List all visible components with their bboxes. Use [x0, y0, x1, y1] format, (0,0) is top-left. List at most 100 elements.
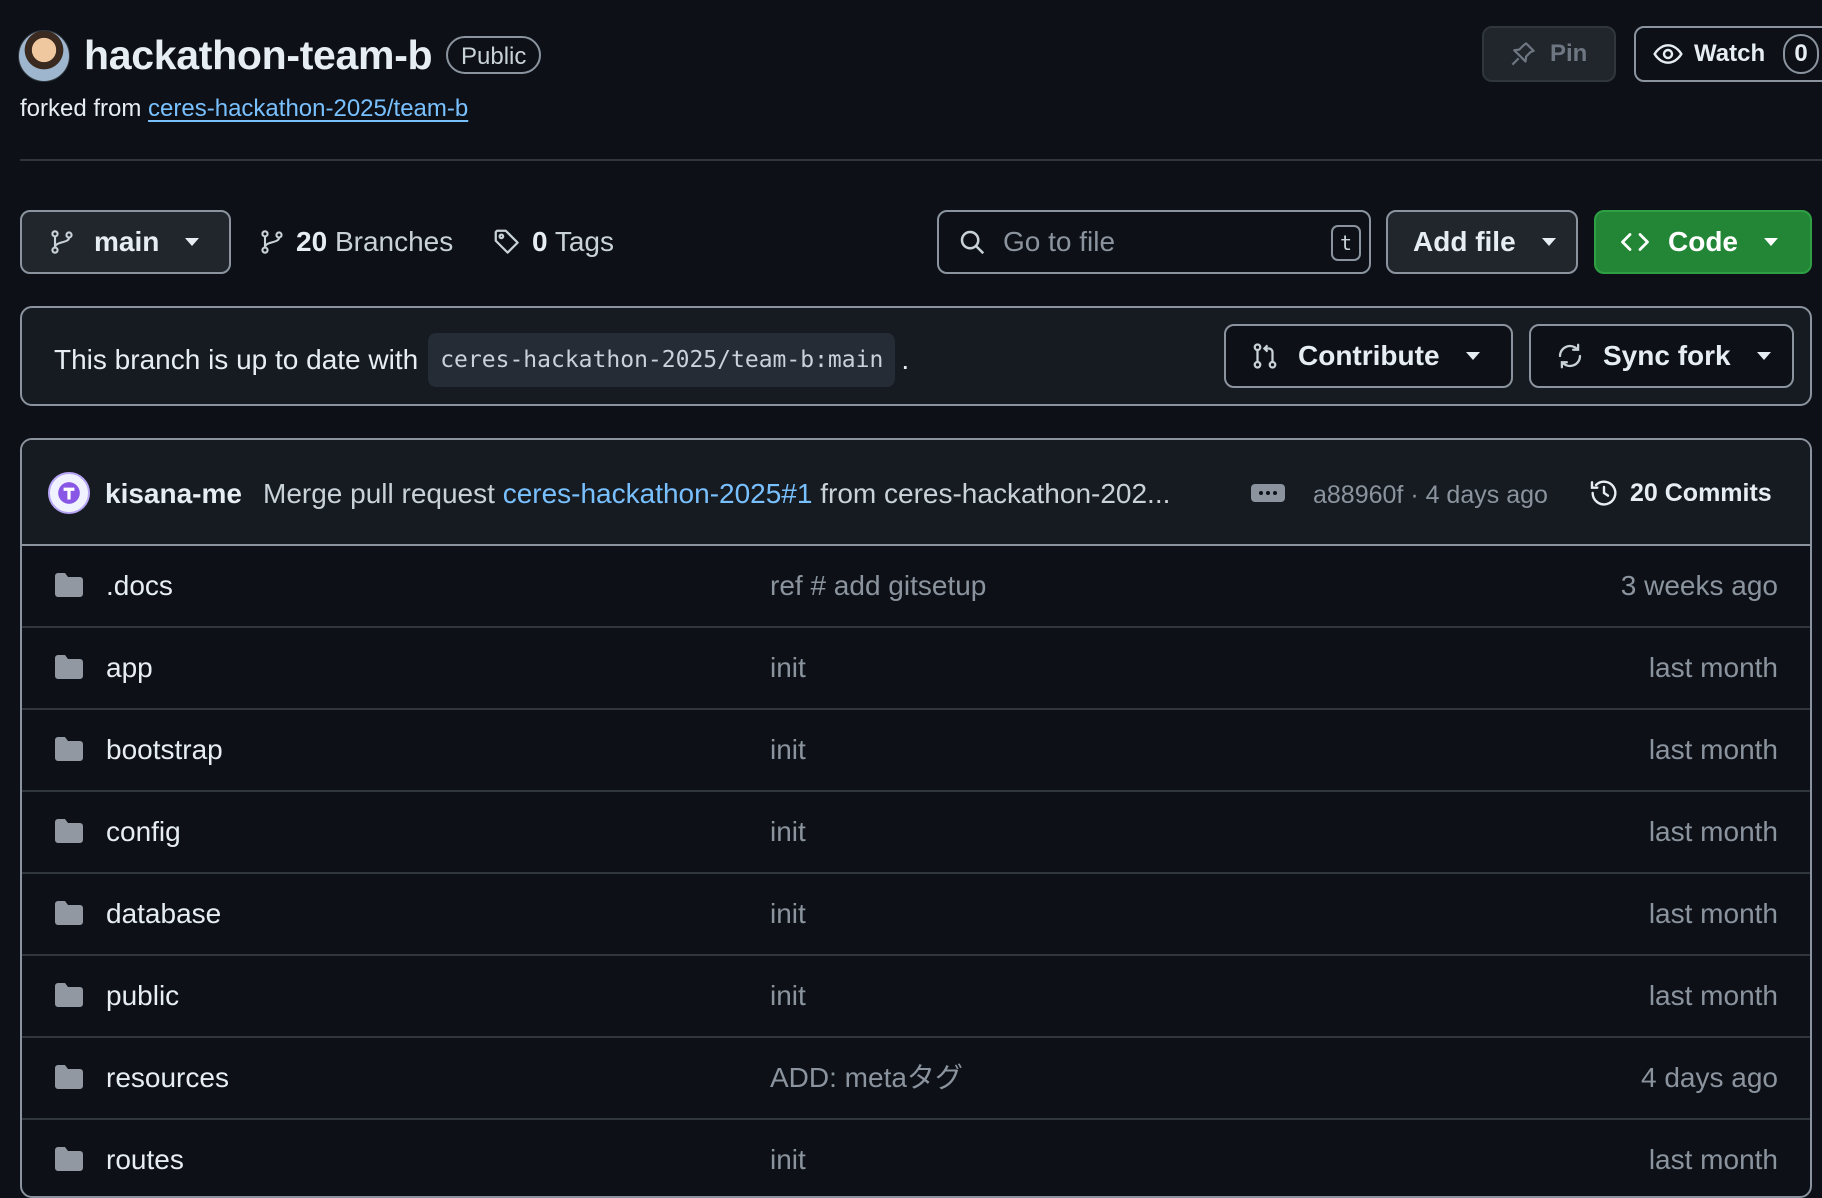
file-row[interactable]: bootstrap init last month — [22, 710, 1810, 792]
file-commit-date: last month — [1648, 1144, 1778, 1175]
watch-button[interactable]: Watch 0 — [1634, 26, 1822, 82]
file-name-link[interactable]: config — [106, 812, 181, 852]
expand-commit-message-button[interactable] — [1251, 484, 1285, 502]
forked-from-link[interactable]: ceres-hackathon-2025/team-b — [148, 95, 468, 122]
commit-sha-time[interactable]: a88960f · 4 days ago — [1313, 476, 1548, 514]
file-commit-message[interactable]: ref # add gitsetup — [770, 566, 986, 606]
commit-message-prefix[interactable]: Merge pull request — [263, 478, 495, 509]
file-commit-date: last month — [1648, 980, 1778, 1011]
code-label: Code — [1668, 226, 1738, 257]
tags-link[interactable]: 0 Tags — [492, 220, 614, 264]
file-commit-date: last month — [1648, 652, 1778, 683]
file-name-link[interactable]: routes — [106, 1140, 184, 1180]
file-commit-date: 3 weeks ago — [1620, 570, 1778, 601]
file-row[interactable]: .docs ref # add gitsetup 3 weeks ago — [22, 546, 1810, 628]
file-commit-message[interactable]: init — [770, 894, 806, 934]
branch-name: main — [94, 226, 160, 257]
branch-selector[interactable]: main — [20, 210, 231, 274]
file-commit-date: 4 days ago — [1641, 1062, 1778, 1093]
visibility-badge: Public — [446, 36, 542, 74]
watch-count: 0 — [1783, 34, 1820, 74]
file-name-link[interactable]: public — [106, 976, 179, 1016]
file-commit-message[interactable]: init — [770, 648, 806, 688]
commit-message: Merge pull request ceres-hackathon-2025#… — [263, 474, 1170, 514]
file-row[interactable]: database init last month — [22, 874, 1810, 956]
git-branch-icon — [258, 228, 286, 256]
chevron-down-icon — [1541, 238, 1556, 246]
folder-icon — [54, 1146, 84, 1172]
forked-from: forked from ceres-hackathon-2025/team-b — [20, 92, 468, 126]
search-placeholder: Go to file — [1003, 226, 1116, 257]
fork-status-text: This branch is up to date with — [54, 344, 419, 375]
fork-status-suffix: . — [901, 344, 910, 375]
git-branch-icon — [48, 228, 76, 256]
branches-link[interactable]: 20 Branches — [258, 220, 453, 264]
commits-link[interactable]: 20 Commits — [1588, 472, 1772, 514]
commit-author-avatar[interactable] — [48, 472, 90, 514]
file-commit-message[interactable]: init — [770, 730, 806, 770]
code-icon — [1620, 227, 1650, 257]
folder-icon — [54, 900, 84, 926]
file-name-link[interactable]: .docs — [106, 566, 173, 606]
file-commit-message[interactable]: init — [770, 812, 806, 852]
fork-status-message: This branch is up to date with ceres-hac… — [54, 333, 909, 387]
commits-label: 20 Commits — [1630, 479, 1772, 507]
commit-message-suffix[interactable]: from ceres-hackathon-202... — [820, 478, 1170, 509]
file-name-link[interactable]: resources — [106, 1058, 229, 1098]
folder-icon — [54, 736, 84, 762]
commit-author[interactable]: kisana-me — [105, 474, 242, 514]
folder-icon — [54, 982, 84, 1008]
repo-name[interactable]: hackathon-team-b — [84, 28, 433, 82]
file-commit-message[interactable]: init — [770, 976, 806, 1016]
file-commit-date: last month — [1648, 816, 1778, 847]
contribute-label: Contribute — [1298, 340, 1440, 371]
upstream-ref: ceres-hackathon-2025/team-b:main — [428, 333, 896, 387]
tags-count: 0 — [532, 226, 548, 257]
file-table: kisana-me Merge pull request ceres-hacka… — [20, 438, 1812, 1198]
search-icon — [957, 227, 987, 257]
owner-avatar[interactable] — [18, 30, 70, 82]
pull-request-link[interactable]: ceres-hackathon-2025#1 — [503, 478, 813, 509]
chevron-down-icon — [1756, 352, 1771, 360]
sync-fork-button[interactable]: Sync fork — [1529, 324, 1794, 388]
file-row[interactable]: routes init last month — [22, 1120, 1810, 1196]
pin-button[interactable]: Pin — [1482, 26, 1616, 82]
folder-icon — [54, 818, 84, 844]
eye-icon — [1652, 38, 1684, 70]
pin-icon — [1508, 39, 1538, 69]
latest-commit-bar: kisana-me Merge pull request ceres-hacka… — [22, 440, 1810, 546]
file-name-link[interactable]: app — [106, 648, 153, 688]
chevron-down-icon — [1465, 352, 1480, 360]
file-row[interactable]: app init last month — [22, 628, 1810, 710]
folder-icon — [54, 654, 84, 680]
file-commit-date: last month — [1648, 734, 1778, 765]
history-icon — [1588, 477, 1620, 509]
branches-label: Branches — [334, 226, 454, 257]
file-commit-message[interactable]: init — [770, 1140, 806, 1180]
add-file-button[interactable]: Add file — [1386, 210, 1578, 274]
tags-label: Tags — [554, 226, 615, 257]
tag-icon — [492, 227, 522, 257]
sync-icon — [1555, 341, 1585, 371]
file-row[interactable]: config init last month — [22, 792, 1810, 874]
go-to-file-input[interactable]: Go to file t — [937, 210, 1371, 274]
watch-label: Watch — [1694, 40, 1766, 67]
contribute-button[interactable]: Contribute — [1224, 324, 1513, 388]
folder-icon — [54, 1064, 84, 1090]
file-row[interactable]: resources ADD: metaタグ 4 days ago — [22, 1038, 1810, 1120]
git-pull-request-icon — [1250, 341, 1280, 371]
file-commit-date: last month — [1648, 898, 1778, 929]
file-name-link[interactable]: bootstrap — [106, 730, 223, 770]
keyboard-shortcut: t — [1331, 225, 1361, 261]
pin-label: Pin — [1550, 40, 1588, 67]
add-file-label: Add file — [1413, 226, 1516, 257]
file-commit-message[interactable]: ADD: metaタグ — [770, 1058, 963, 1098]
chevron-down-icon — [185, 238, 200, 246]
chevron-down-icon — [1764, 238, 1778, 246]
code-button[interactable]: Code — [1594, 210, 1812, 274]
file-name-link[interactable]: database — [106, 894, 221, 934]
sync-fork-label: Sync fork — [1603, 340, 1731, 371]
forked-prefix: forked from — [20, 95, 142, 122]
file-row[interactable]: public init last month — [22, 956, 1810, 1038]
branches-count: 20 — [296, 226, 328, 257]
